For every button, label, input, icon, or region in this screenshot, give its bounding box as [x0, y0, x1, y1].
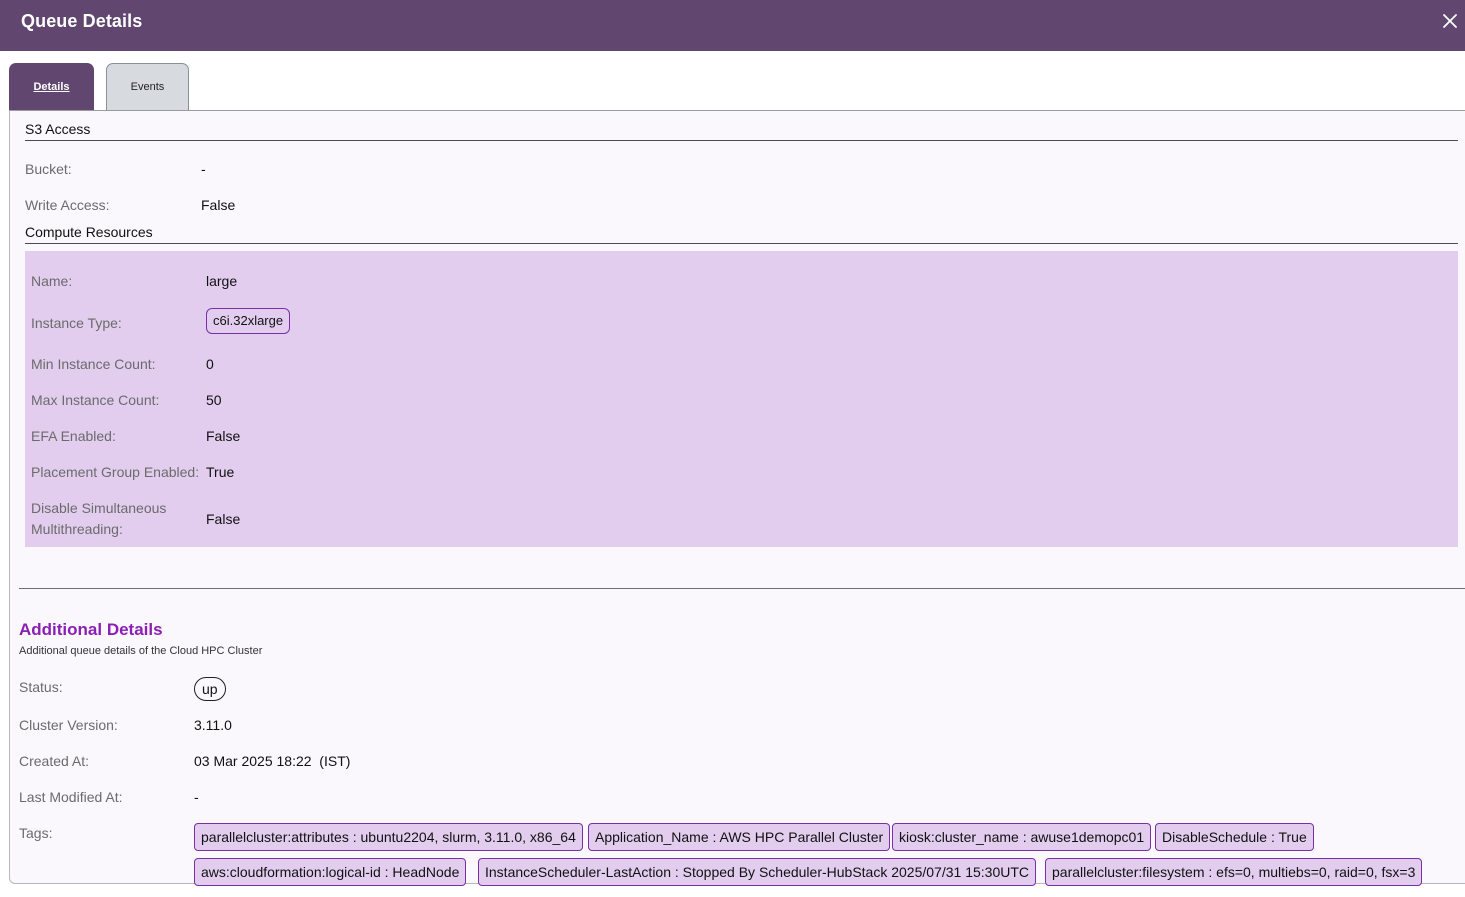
compute-resources-heading: Compute Resources: [25, 224, 153, 240]
close-button[interactable]: [1441, 12, 1459, 30]
tab-events[interactable]: Events: [106, 63, 189, 111]
additional-details-title: Additional Details: [19, 620, 163, 639]
cluster-version-label: Cluster Version:: [19, 717, 118, 733]
tag-chip: kiosk:cluster_name : awuse1demopc01: [892, 823, 1152, 851]
tag-chip: InstanceScheduler-LastAction : Stopped B…: [478, 858, 1036, 886]
compute-resource-card: Name: large Instance Type: c6i.32xlarge …: [25, 251, 1458, 547]
efa-enabled-label: EFA Enabled:: [31, 428, 116, 444]
modal-title: Queue Details: [21, 11, 143, 31]
status-badge: up: [194, 677, 226, 701]
tag-chip: parallelcluster:filesystem : efs=0, mult…: [1045, 858, 1423, 886]
efa-enabled-value: False: [206, 428, 241, 444]
max-instance-count-value: 50: [206, 392, 222, 408]
last-modified-value: -: [194, 789, 199, 805]
instance-type-chip: c6i.32xlarge: [206, 308, 291, 334]
disable-smt-value: False: [206, 511, 241, 527]
instance-type-label: Instance Type:: [31, 315, 122, 331]
details-panel: S3 Access Bucket: - Write Access: False …: [9, 110, 1465, 886]
additional-details-subtitle: Additional queue details of the Cloud HP…: [19, 645, 263, 657]
disable-smt-label-line2: Multithreading:: [31, 521, 123, 537]
section-divider: [19, 588, 1465, 589]
max-instance-count-label: Max Instance Count:: [31, 392, 160, 408]
bucket-value: -: [201, 161, 206, 177]
min-instance-count-label: Min Instance Count:: [31, 356, 156, 372]
tag-chip: aws:cloudformation:logical-id : HeadNode: [194, 858, 467, 886]
status-label: Status:: [19, 679, 63, 695]
tag-chip: Application_Name : AWS HPC Parallel Clus…: [588, 823, 891, 851]
write-access-label: Write Access:: [25, 197, 110, 213]
s3-access-heading: S3 Access: [25, 121, 91, 137]
write-access-value: False: [201, 197, 236, 213]
compute-resources-rule: [25, 243, 1458, 244]
disable-smt-label-line1: Disable Simultaneous: [31, 500, 167, 516]
cluster-version-value: 3.11.0: [194, 717, 232, 733]
tag-chip: DisableSchedule : True: [1155, 823, 1314, 851]
placement-group-label: Placement Group Enabled:: [31, 464, 200, 480]
tag-chip: parallelcluster:attributes : ubuntu2204,…: [194, 823, 583, 851]
modal-header: Queue Details: [0, 0, 1465, 51]
min-instance-count-value: 0: [206, 356, 214, 372]
compute-name-value: large: [206, 273, 238, 289]
tab-details[interactable]: Details: [9, 63, 94, 111]
close-icon: [1443, 14, 1457, 28]
s3-access-rule: [25, 140, 1458, 141]
compute-name-label: Name:: [31, 273, 73, 289]
created-at-label: Created At:: [19, 753, 90, 769]
tags-label: Tags:: [19, 825, 53, 841]
placement-group-value: True: [206, 464, 235, 480]
bucket-label: Bucket:: [25, 161, 72, 177]
last-modified-label: Last Modified At:: [19, 789, 123, 805]
created-at-value: 03 Mar 2025 18:22 (IST): [194, 753, 351, 769]
